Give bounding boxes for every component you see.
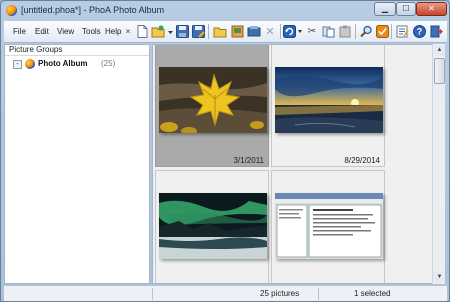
status-bar: 25 pictures 1 selected [4, 285, 447, 301]
selected-count: 1 selected [354, 289, 391, 298]
toolbar-separator [208, 24, 209, 39]
clipboard-button[interactable] [337, 24, 353, 39]
title-bar[interactable]: [untitled.phoa*] - PhoA Photo Album ▁ ☐ … [1, 1, 449, 21]
maximize-button[interactable]: ☐ [396, 2, 416, 16]
toolbar-separator [355, 24, 356, 39]
menu-view[interactable]: View [57, 27, 74, 36]
new-group-button[interactable] [212, 24, 228, 39]
photo-sunset-beach [275, 67, 383, 133]
toolbar-separator [391, 24, 392, 39]
scroll-thumb[interactable] [434, 58, 445, 84]
properties-icon [396, 25, 409, 38]
minimize-button[interactable]: ▁ [374, 2, 396, 16]
undo-icon [283, 25, 302, 38]
menu-help[interactable]: Help [105, 27, 121, 36]
open-button[interactable] [151, 24, 173, 39]
thumbnail-item[interactable]: 3/1/2011 [155, 45, 269, 167]
thumbnail-gallery: 3/1/2011 8/29/2014 [152, 44, 445, 284]
scroll-up-button[interactable]: ▲ [434, 45, 445, 56]
exit-icon [430, 25, 443, 38]
toolbar-separator [280, 24, 281, 39]
app-icon [6, 5, 17, 16]
thumbnail-item[interactable] [155, 170, 269, 283]
scroll-up-icon: ▲ [436, 47, 443, 53]
collapse-toggle[interactable]: - [13, 60, 22, 69]
exit-button[interactable] [428, 24, 444, 39]
photo-screenshot [275, 193, 383, 259]
close-icon: ✕ [428, 4, 435, 13]
close-button[interactable]: ✕ [416, 2, 447, 16]
picture-count: 25 pictures [260, 289, 300, 298]
photo-maple-leaf [159, 67, 267, 133]
menu-edit[interactable]: Edit [35, 27, 49, 36]
maximize-icon: ☐ [402, 4, 410, 13]
help-icon: ? [412, 25, 426, 38]
paste-icon [322, 26, 334, 38]
close-doc-button[interactable]: × [123, 24, 133, 39]
minimize-icon: ▁ [381, 4, 389, 13]
app-window: [untitled.phoa*] - PhoA Photo Album ▁ ☐ … [0, 0, 450, 302]
sunset-beach-image [275, 67, 383, 133]
thumbnail-item[interactable] [271, 170, 385, 283]
scroll-down-icon: ▼ [436, 274, 443, 280]
delete-icon: ✕ [265, 26, 275, 38]
copy-button[interactable] [246, 24, 262, 39]
open-icon [151, 25, 173, 38]
new-group-icon [213, 27, 227, 38]
save-as-button[interactable] [190, 24, 206, 39]
menu-tools[interactable]: Tools [82, 27, 101, 36]
find-button[interactable] [358, 24, 374, 39]
thumbnail-date: 8/29/2014 [344, 156, 380, 165]
help-button[interactable]: ? [411, 24, 427, 39]
tree-item-label: Photo Album [38, 59, 88, 68]
thumbnail-date: 3/1/2011 [233, 156, 264, 165]
new-icon [137, 25, 147, 38]
check-icon [375, 25, 389, 38]
status-divider [318, 288, 319, 300]
add-pictures-button[interactable] [229, 24, 245, 39]
scroll-down-button[interactable]: ▼ [434, 272, 445, 283]
new-button[interactable] [134, 24, 150, 39]
window-title: [untitled.phoa*] - PhoA Photo Album [21, 5, 165, 15]
album-icon [25, 59, 35, 69]
cut-button[interactable]: ✂ [304, 24, 320, 39]
clipboard-icon [339, 25, 351, 38]
thumbnail-item[interactable]: 8/29/2014 [271, 45, 385, 167]
svg-text:?: ? [416, 27, 422, 37]
aurora-landscape-image [159, 193, 267, 259]
gallery-scrollbar[interactable]: ▲ ▼ [432, 44, 445, 284]
find-icon [359, 25, 372, 38]
tree-item-count: (25) [101, 59, 116, 68]
delete-button[interactable]: ✕ [262, 24, 278, 39]
menu-toolbar-row: File Edit View Tools Help × ✕ ✂ ? [4, 21, 447, 43]
paste-button[interactable] [320, 24, 336, 39]
properties-button[interactable] [394, 24, 410, 39]
save-button[interactable] [174, 24, 190, 39]
undo-button[interactable] [283, 24, 303, 39]
maple-leaf-image [159, 67, 267, 133]
photo-aurora-landscape [159, 193, 267, 259]
copy-icon [247, 26, 261, 37]
panel-header: Picture Groups [5, 45, 149, 56]
save-icon [175, 25, 189, 38]
picture-groups-panel: Picture Groups - Photo Album (25) [4, 44, 150, 284]
menu-file[interactable]: File [13, 27, 26, 36]
cut-icon: ✂ [307, 26, 317, 37]
add-pictures-icon [231, 25, 243, 38]
screenshot-image [275, 193, 383, 259]
save-as-icon [191, 25, 205, 38]
status-divider [152, 288, 153, 300]
close-doc-icon: × [125, 27, 131, 36]
check-button[interactable] [374, 24, 390, 39]
